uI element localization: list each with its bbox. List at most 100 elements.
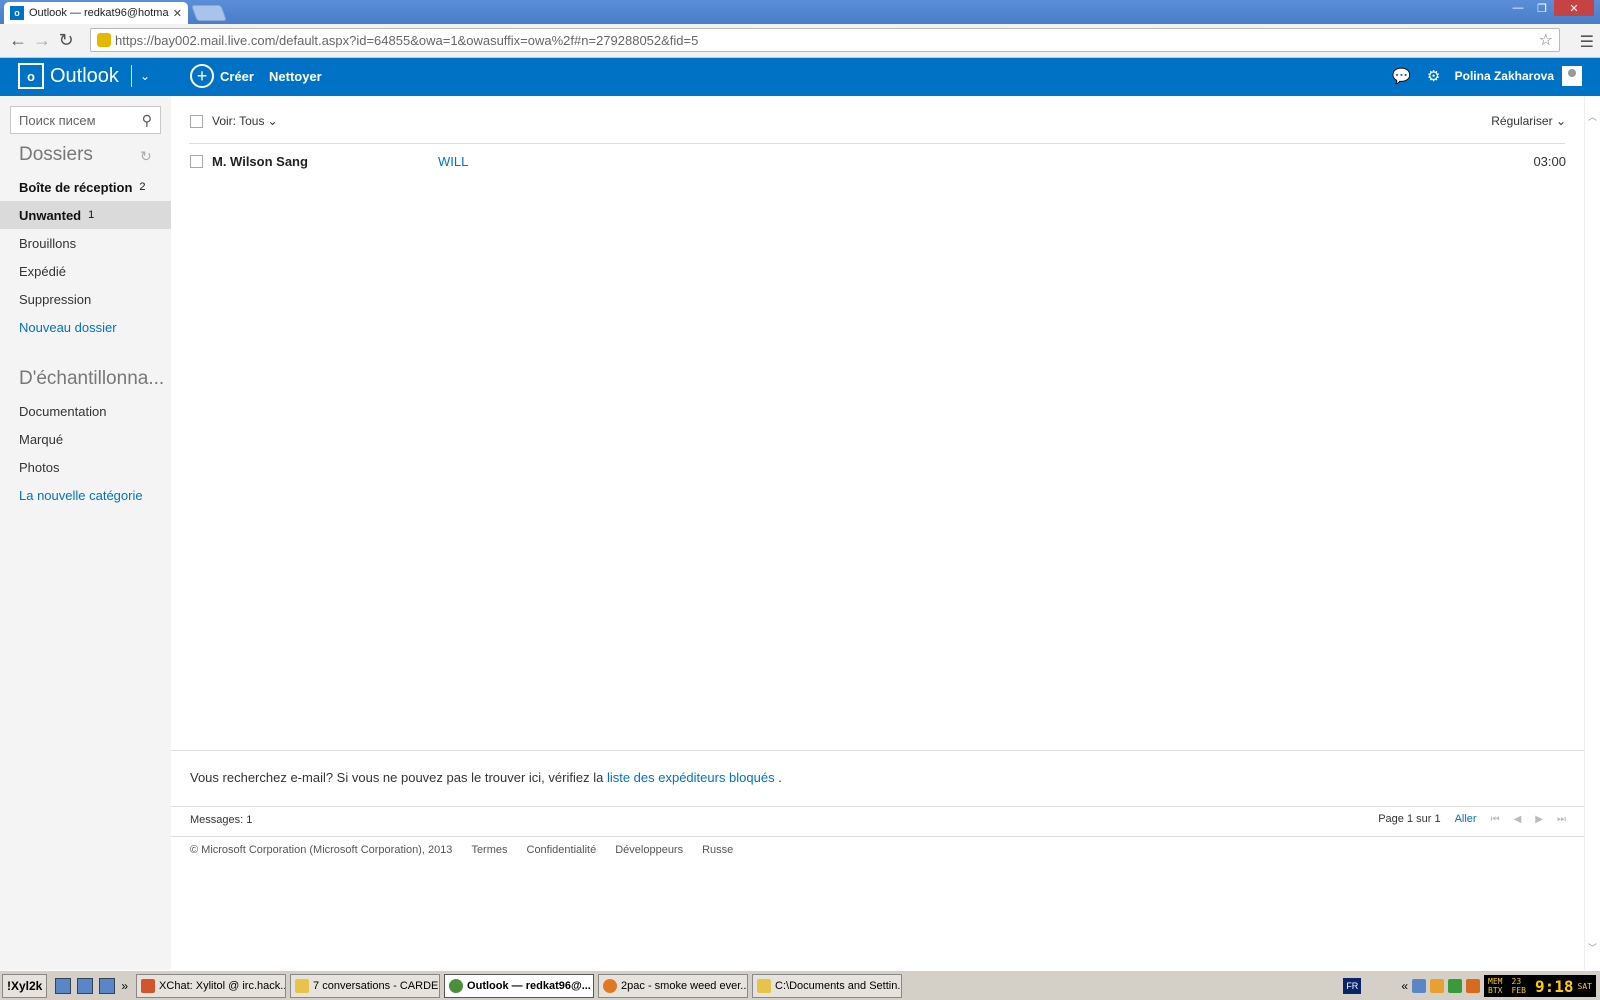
prev-page-icon[interactable]: ◀ [1514, 814, 1522, 825]
unread-count: 1 [88, 209, 95, 221]
outlook-logo[interactable]: o Outlook ⌄ [18, 63, 150, 89]
back-arrow-icon[interactable]: ← [6, 29, 30, 53]
scroll-up-icon[interactable]: ︿ [1588, 110, 1597, 123]
bookmark-star-icon[interactable]: ☆ [1539, 30, 1553, 50]
last-page-icon[interactable]: ⏭ [1557, 814, 1566, 825]
sidebar-item-photos[interactable]: Photos [0, 453, 171, 481]
outlook-logo-icon: o [18, 63, 44, 89]
chrome-icon [449, 978, 464, 993]
browser-tab[interactable]: o Outlook — redkat96@hotmai ✕ [4, 2, 188, 24]
blocked-end: . [778, 770, 782, 785]
divider [189, 143, 1565, 144]
sidebar-item-inbox[interactable]: Boîte de réception 2 [0, 173, 171, 201]
taskbar-item-firefox[interactable]: 2pac - smoke weed ever... [598, 973, 749, 998]
table-row[interactable]: M. Wilson Sang WILL 03:00 [190, 150, 1566, 172]
clean-button[interactable]: Nettoyer [269, 69, 322, 84]
clock-date: 23 FEB [1511, 977, 1526, 995]
developers-link[interactable]: Développeurs [615, 844, 683, 856]
select-all-checkbox[interactable] [190, 114, 203, 128]
window-controls: — ❐ ✕ [1506, 0, 1594, 16]
new-folder-link[interactable]: Nouveau dossier [0, 313, 171, 341]
view-filter-dropdown[interactable]: Voir: Tous [212, 114, 264, 128]
browser-tab-strip: o Outlook — redkat96@hotmai ✕ — ❐ ✕ [0, 0, 1600, 24]
taskbar-item-outlook[interactable]: Outlook — redkat96@... [444, 973, 595, 998]
first-page-icon[interactable]: ⏮ [1491, 814, 1500, 825]
browser-toolbar: ← → ↻ https://bay002.mail.live.com/defau… [0, 24, 1600, 58]
app-shortcut-icon[interactable] [77, 977, 94, 994]
window-close-icon[interactable]: ✕ [1554, 0, 1594, 16]
arrange-label: Régulariser [1491, 114, 1553, 128]
next-page-icon[interactable]: ▶ [1535, 814, 1543, 825]
message-checkbox[interactable] [190, 154, 203, 168]
blocked-senders-notice: Vous recherchez e-mail? Si vous ne pouve… [190, 770, 782, 785]
sidebar: Поиск писем ⚲ Dossiers ↻ Boîte de récept… [0, 96, 171, 970]
messenger-tray-icon[interactable] [1430, 979, 1444, 993]
task-label: 2pac - smoke weed ever... [621, 979, 749, 992]
chevron-right-icon[interactable]: » [121, 979, 128, 993]
blocked-senders-link[interactable]: liste des expéditeurs bloqués [607, 770, 775, 785]
taskbar-item-xchat[interactable]: XChat: Xylitol @ irc.hack... [136, 973, 287, 998]
footer: © Microsoft Corporation (Microsoft Corpo… [190, 844, 752, 856]
search-input[interactable]: Поиск писем ⚲ [10, 106, 161, 134]
chevron-down-icon: ⌄ [1555, 114, 1566, 128]
chevron-left-icon[interactable]: « [1401, 979, 1408, 993]
sidebar-item-unwanted[interactable]: Unwanted 1 [0, 201, 171, 229]
categories-title: D'échantillonna... [19, 368, 165, 389]
sidebar-item-documentation[interactable]: Documentation [0, 397, 171, 425]
reload-icon[interactable]: ↻ [54, 29, 78, 53]
browser-menu-icon[interactable]: ☰ [1580, 32, 1594, 52]
language-indicator[interactable]: FR [1343, 978, 1362, 994]
chevron-down-icon[interactable]: ⌄ [140, 69, 150, 83]
create-button[interactable]: + Créer [190, 64, 254, 88]
messenger-icon[interactable]: 💬 [1391, 65, 1413, 87]
copyright: © Microsoft Corporation (Microsoft Corpo… [190, 844, 453, 856]
user-name[interactable]: Polina Zakharova [1455, 69, 1554, 83]
chart-shortcut-icon[interactable] [99, 977, 116, 994]
go-button[interactable]: Aller [1455, 813, 1477, 825]
divider [171, 750, 1584, 751]
avatar[interactable] [1562, 66, 1582, 86]
taskbar-item-conversations[interactable]: 7 conversations - CARDE... [290, 973, 441, 998]
plus-circle-icon: + [190, 64, 214, 88]
refresh-icon[interactable]: ↻ [140, 148, 152, 165]
sidebar-item-drafts[interactable]: Brouillons [0, 229, 171, 257]
new-category-link[interactable]: La nouvelle catégorie [0, 481, 171, 509]
pagination: Page 1 sur 1 Aller ⏮ ◀ ▶ ⏭ [1378, 813, 1566, 825]
sidebar-item-flagged[interactable]: Marqué [0, 425, 171, 453]
language-link[interactable]: Russe [702, 844, 733, 856]
forward-arrow-icon[interactable]: → [30, 29, 54, 53]
clock[interactable]: MEM BTX 23 FEB 9:18 SAT [1484, 975, 1596, 997]
folder-icon [295, 978, 310, 993]
scrollbar[interactable]: ︿ ﹀ [1584, 96, 1600, 970]
scroll-down-icon[interactable]: ﹀ [1588, 941, 1597, 954]
sidebar-item-label: Unwanted [19, 207, 82, 223]
firefox-icon [603, 978, 618, 993]
sidebar-item-deleted[interactable]: Suppression [0, 285, 171, 313]
xchat-tray-icon[interactable] [1466, 979, 1480, 993]
address-bar[interactable]: https://bay002.mail.live.com/default.asp… [90, 28, 1560, 52]
folder-icon [757, 978, 772, 993]
restore-icon[interactable]: ❐ [1530, 0, 1554, 16]
privacy-link[interactable]: Confidentialité [527, 844, 597, 856]
taskbar-item-explorer[interactable]: C:\Documents and Settin... [752, 973, 903, 998]
arrange-dropdown[interactable]: Régulariser ⌄ [1491, 114, 1566, 128]
header-right: 💬 ⚙ Polina Zakharova [1391, 65, 1582, 87]
search-icon[interactable]: ⚲ [142, 112, 152, 129]
start-button[interactable]: !Xyl2k [2, 973, 48, 998]
sidebar-item-sent[interactable]: Expédié [0, 257, 171, 285]
folders-title: Dossiers [19, 144, 93, 165]
security-icon[interactable] [1448, 979, 1462, 993]
browser-shortcut-icon[interactable] [55, 977, 72, 994]
terms-link[interactable]: Termes [471, 844, 507, 856]
create-label: Créer [220, 68, 254, 84]
chevron-down-icon[interactable]: ⌄ [267, 114, 277, 128]
message-sender: M. Wilson Sang [212, 153, 308, 169]
tab-close-icon[interactable]: ✕ [173, 7, 182, 20]
minimize-icon[interactable]: — [1506, 0, 1530, 16]
network-icon[interactable] [1412, 979, 1426, 993]
message-subject[interactable]: WILL [438, 154, 468, 169]
taskbar: !Xyl2k » XChat: Xylitol @ irc.hack... 7 … [0, 970, 1600, 1000]
new-tab-button[interactable] [191, 5, 227, 21]
gear-icon[interactable]: ⚙ [1423, 65, 1445, 87]
sidebar-item-label: Boîte de réception [19, 179, 133, 195]
